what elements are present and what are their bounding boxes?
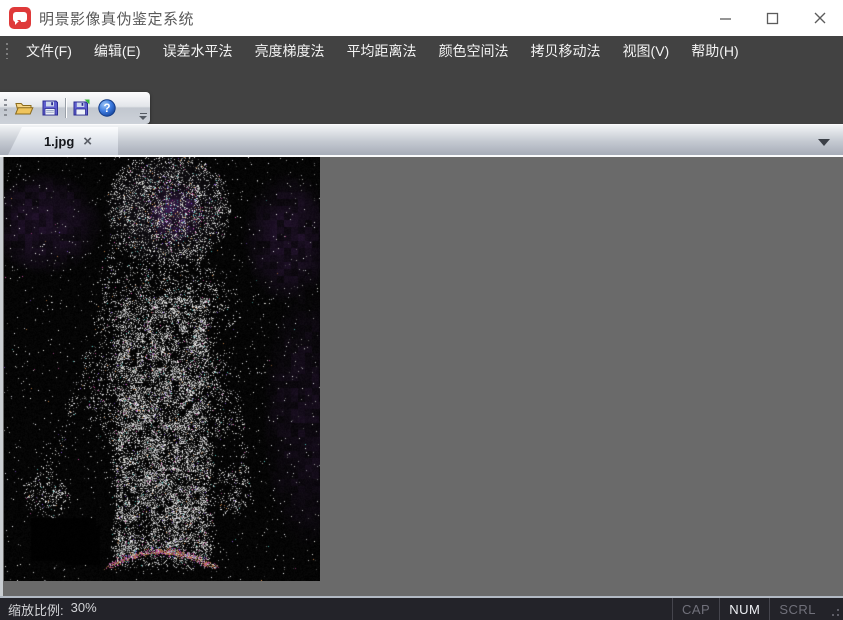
open-folder-icon [14, 98, 34, 118]
menu-item-edit[interactable]: 编辑(E) [83, 36, 152, 66]
close-button[interactable] [796, 0, 843, 36]
tab-1jpg[interactable]: 1.jpg × [8, 127, 118, 155]
open-file-button[interactable] [11, 95, 37, 121]
chevron-down-icon [139, 116, 147, 120]
keyboard-indicators: CAP NUM SCRL [672, 598, 843, 620]
help-button[interactable]: ? [94, 95, 120, 121]
menu-item-luminance-gradient[interactable]: 亮度梯度法 [244, 36, 336, 66]
menu-item-color-space[interactable]: 颜色空间法 [428, 36, 520, 66]
status-bar: 缩放比例: 30% CAP NUM SCRL [0, 596, 843, 620]
tab-label: 1.jpg [34, 134, 74, 149]
num-lock-indicator: NUM [719, 598, 769, 620]
minimize-button[interactable] [702, 0, 749, 36]
save-button[interactable] [37, 95, 63, 121]
app-window: 明景影像真伪鉴定系统 文件(F) 编辑(E) 误差水平法 亮度梯度法 平均距离法… [0, 0, 843, 620]
zoom-value: 30% [71, 600, 97, 619]
toolbar: ? [0, 92, 150, 124]
zoom-label: 缩放比例: [8, 600, 64, 619]
menu-items: 文件(F) 编辑(E) 误差水平法 亮度梯度法 平均距离法 颜色空间法 拷贝移动… [15, 36, 750, 66]
document-tab-bar: 1.jpg × [0, 124, 843, 157]
menu-item-help[interactable]: 帮助(H) [680, 36, 749, 66]
close-icon [813, 11, 827, 25]
ela-analysis-image [4, 157, 320, 581]
maximize-button[interactable] [749, 0, 796, 36]
menu-item-view[interactable]: 视图(V) [612, 36, 681, 66]
chat-bubble-icon [13, 12, 27, 22]
menu-item-error-level[interactable]: 误差水平法 [152, 36, 244, 66]
tab-list-dropdown-icon[interactable] [818, 139, 830, 146]
svg-text:?: ? [103, 103, 110, 115]
menu-bar: 文件(F) 编辑(E) 误差水平法 亮度梯度法 平均距离法 颜色空间法 拷贝移动… [0, 36, 843, 66]
menu-drag-handle-icon[interactable] [5, 43, 9, 59]
toolbar-overflow-button[interactable] [139, 113, 147, 120]
toolbar-grip-icon[interactable] [4, 99, 7, 117]
caps-lock-indicator: CAP [672, 598, 719, 620]
toolbar-separator [65, 98, 66, 118]
zoom-ratio: 缩放比例: 30% [8, 600, 97, 619]
app-icon [9, 7, 31, 29]
scroll-lock-indicator: SCRL [769, 598, 825, 620]
window-controls [702, 0, 843, 36]
viewer-left-edge [0, 157, 3, 596]
menu-item-copy-move[interactable]: 拷贝移动法 [520, 36, 612, 66]
toolbar-dock: ? [0, 66, 843, 124]
save-floppy-icon [40, 98, 60, 118]
title-bar: 明景影像真伪鉴定系统 [0, 0, 843, 36]
menu-item-file[interactable]: 文件(F) [15, 36, 83, 66]
resize-grip-icon[interactable] [825, 598, 843, 620]
maximize-icon [766, 12, 779, 25]
save-as-floppy-icon [71, 98, 91, 118]
tab-close-icon[interactable]: × [83, 134, 92, 149]
window-title: 明景影像真伪鉴定系统 [39, 8, 194, 29]
menu-item-average-distance[interactable]: 平均距离法 [336, 36, 428, 66]
help-icon: ? [97, 98, 117, 118]
save-as-button[interactable] [68, 95, 94, 121]
minimize-icon [719, 12, 732, 25]
image-viewer-canvas-area[interactable] [0, 157, 843, 596]
